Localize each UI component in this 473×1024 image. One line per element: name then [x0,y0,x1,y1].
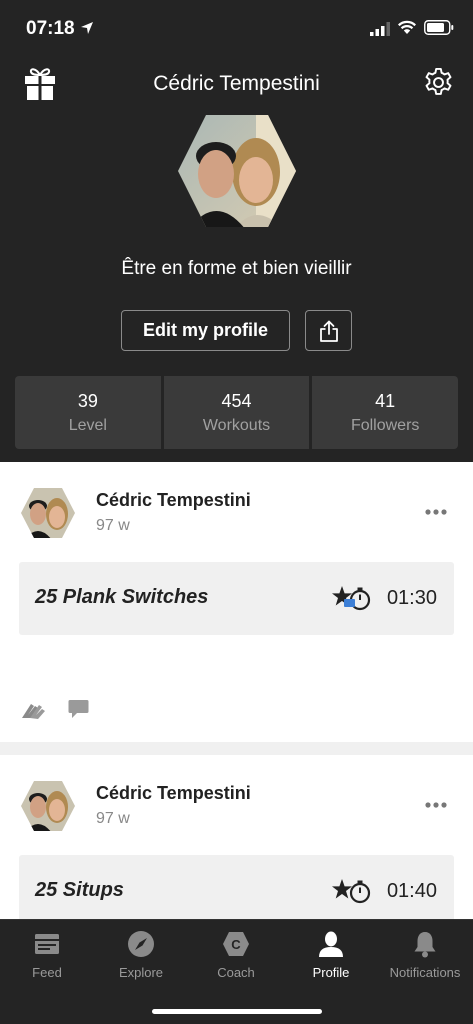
battery-icon [424,20,454,35]
stat-label: Workouts [202,416,271,434]
tab-explore[interactable]: Explore [94,920,188,990]
tab-coach[interactable]: C Coach [189,920,283,990]
stat-label: Level [68,416,107,434]
author-avatar[interactable] [20,486,76,540]
feed-card: Cédric Tempestini 97 w 25 Situps 01:40 [0,755,473,928]
tab-feed[interactable]: Feed [0,920,94,990]
star-pb-stopwatch-icon [332,586,371,611]
star-stopwatch-icon [332,879,371,904]
stat-workouts[interactable]: 454 Workouts [163,376,310,449]
home-indicator [152,1009,322,1014]
workout-time: 01:40 [386,880,437,902]
profile-avatar[interactable] [176,112,298,230]
gear-icon[interactable] [423,67,454,98]
compass-icon [128,931,154,957]
profile-bio: Être en forme et bien vieillir [121,258,352,279]
wifi-icon [397,20,417,34]
stats-row: 39 Level 454 Workouts 41 Followers [15,376,459,449]
more-options-icon[interactable] [424,801,448,809]
svg-text:C: C [231,937,241,952]
location-arrow-icon [81,22,93,34]
post-age: 97 w [96,517,130,534]
status-bar: 07:18 [0,0,473,56]
cell-signal-icon [370,22,390,36]
stat-level[interactable]: 39 Level [15,376,161,449]
edit-profile-button[interactable]: Edit my profile [121,310,290,351]
tab-label: Explore [118,965,164,980]
workout-time: 01:30 [386,587,437,609]
tab-label: Profile [312,965,350,980]
profile-header: 07:18 Cédric Tempestini Être en forme et… [0,0,473,462]
share-icon [319,320,338,342]
comment-icon[interactable] [68,699,89,719]
author-avatar[interactable] [20,779,76,833]
post-author[interactable]: Cédric Tempestini [96,490,251,511]
workout-name: 25 Plank Switches [35,586,209,608]
feed-card: Cédric Tempestini 97 w 25 Plank Switches… [0,462,473,742]
profile-name: Cédric Tempestini [153,72,320,95]
tab-notifications[interactable]: Notifications [378,920,472,990]
more-options-icon[interactable] [424,508,448,516]
stat-value: 39 [77,390,98,411]
coach-icon: C [223,932,249,956]
workout-result[interactable]: 25 Plank Switches 01:30 [19,562,454,635]
workout-name: 25 Situps [35,879,124,901]
status-time: 07:18 [26,18,75,39]
tab-profile[interactable]: Profile [284,920,378,990]
bell-icon [414,932,436,958]
share-button[interactable] [305,310,352,351]
stat-followers[interactable]: 41 Followers [312,376,459,449]
stat-value: 41 [375,390,396,411]
tab-label: Feed [32,965,62,980]
post-author[interactable]: Cédric Tempestini [96,783,251,804]
tab-label: Coach [217,965,255,980]
person-icon [319,931,343,957]
stat-label: Followers [350,416,420,434]
workout-result[interactable]: 25 Situps 01:40 [19,855,454,928]
tab-label: Notifications [389,965,461,980]
clap-icon[interactable] [19,698,47,720]
stat-value: 454 [221,390,252,411]
post-age: 97 w [96,810,130,827]
feed-icon [35,934,59,954]
